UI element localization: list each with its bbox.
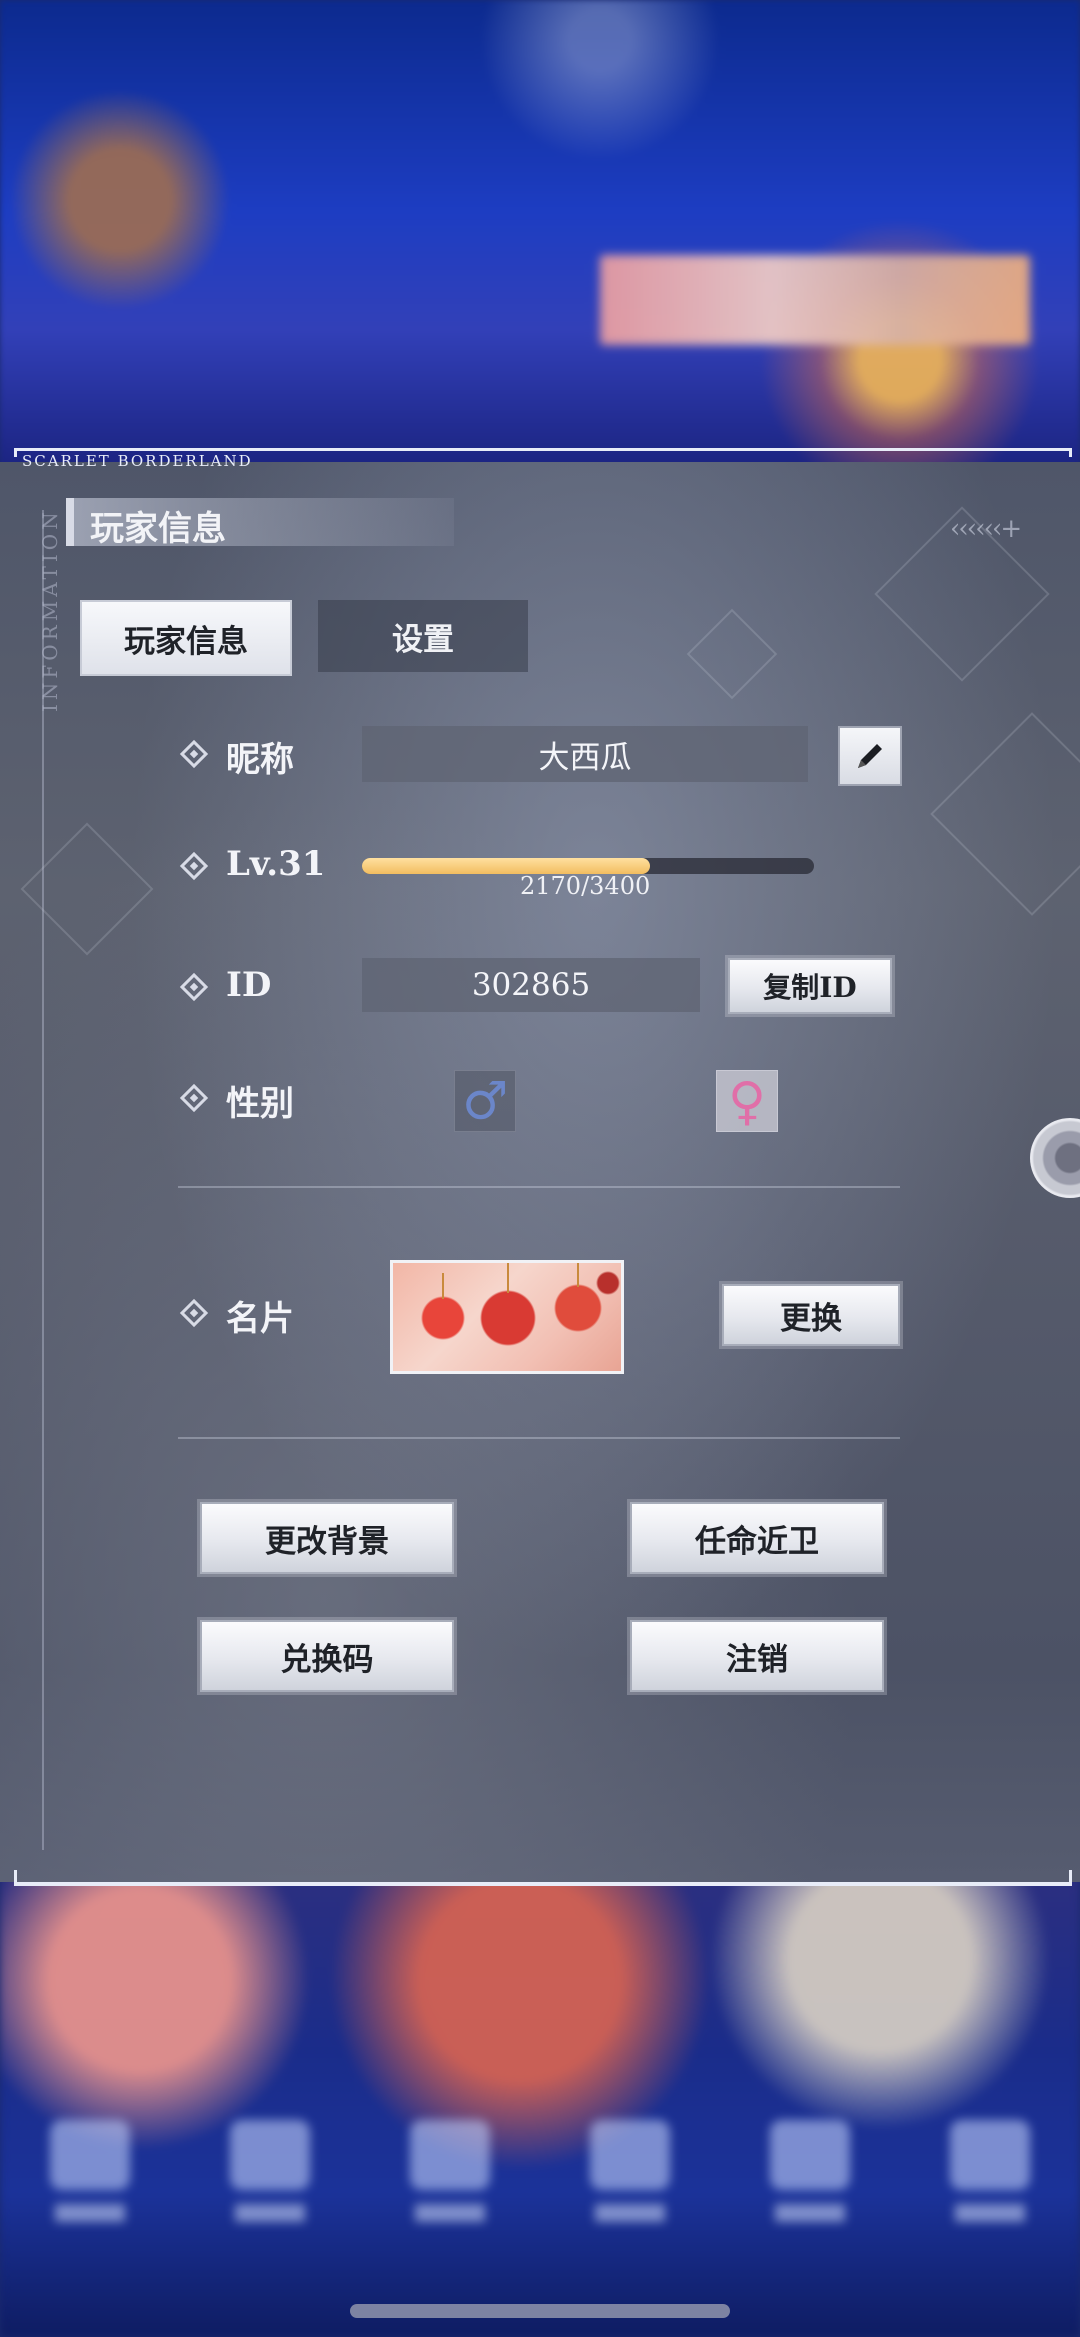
background-banner [600,255,1030,345]
nav-item [405,2120,495,2240]
top-background-art [0,0,1080,470]
page-title: 玩家信息 [90,509,226,549]
redeem-code-button[interactable]: 兑换码 [200,1620,454,1692]
pencil-icon [858,744,882,768]
nickname-field: 大西瓜 [362,726,808,782]
change-background-button[interactable]: 更改背景 [200,1502,454,1574]
nav-item [945,2120,1035,2240]
bottom-navigation-blurred [0,2100,1080,2260]
appoint-guard-button[interactable]: 任命近卫 [630,1502,884,1574]
id-label: ID [226,965,272,1005]
divider [178,1437,900,1439]
female-gender-icon[interactable]: ♀ [716,1070,778,1132]
logout-button[interactable]: 注销 [630,1620,884,1692]
xp-text: 2170/3400 [520,872,651,900]
tab-settings[interactable]: 设置 [318,600,528,672]
nav-item [765,2120,855,2240]
home-indicator[interactable] [350,2304,730,2318]
gender-label: 性别 [226,1084,294,1124]
tab-player-info[interactable]: 玩家信息 [80,600,292,676]
nickname-label: 昵称 [226,740,294,780]
brand-label: SCARLET BORDERLAND [22,452,253,470]
divider [178,1186,900,1188]
bottom-background-art [0,1860,1080,2337]
id-field: 302865 [362,958,700,1012]
name-card-preview[interactable] [390,1260,624,1374]
edit-nickname-button[interactable] [838,726,902,786]
nav-item [585,2120,675,2240]
chevrons-left-icon: ‹‹‹‹‹‹+ [950,514,1022,544]
panel-frame-bottom [14,1870,1072,1886]
nav-item [45,2120,135,2240]
name-card-label: 名片 [226,1299,294,1339]
copy-id-button[interactable]: 复制ID [728,958,892,1014]
male-gender-icon[interactable]: ♂ [454,1070,516,1132]
change-card-button[interactable]: 更换 [722,1284,900,1346]
level-label: Lv.31 [226,844,326,884]
nav-item [225,2120,315,2240]
side-label: INFORMATION [38,508,62,712]
